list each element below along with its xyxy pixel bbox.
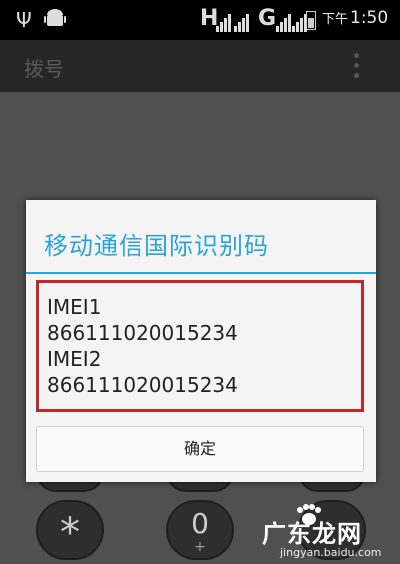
phone-screen: Ψ H G 下午 1:50 拨号 * 0 + 移动通信国际识别码 IMEI1 8… [0,0,400,564]
dialog-title: 移动通信国际识别码 [44,232,269,260]
overflow-menu-icon[interactable] [354,53,360,81]
signal-icon [276,14,291,32]
imei-dialog: 移动通信国际识别码 IMEI1 866111020015234 IMEI2 86… [26,200,376,482]
imei-label: IMEI1 [47,295,102,319]
action-bar: 拨号 [0,40,400,92]
clock-ampm: 下午 [322,12,349,27]
imei-value: 866111020015234 [47,373,238,397]
imei-label: IMEI2 [47,347,102,371]
watermark: 广东龙网 jingyan.baidu.com [262,504,400,564]
signal-icon [234,14,249,32]
imei-value: 866111020015234 [47,321,238,345]
ok-button[interactable]: 确定 [36,426,364,472]
dial-key-zero[interactable]: 0 + [166,500,234,560]
status-bar: Ψ H G 下午 1:50 [0,0,400,40]
dialog-divider [26,272,376,274]
clock-time: 1:50 [350,8,389,28]
network-type-label: G [258,6,277,31]
dial-key-zero-digit: 0 [191,507,209,540]
dial-key-zero-sub: + [194,539,206,555]
clock: 下午 1:50 [322,8,388,28]
watermark-text: 广东龙网 [262,520,362,548]
android-icon [44,9,66,26]
watermark-url: jingyan.baidu.com [280,546,382,559]
battery-icon [306,11,316,30]
signal-icon [216,14,231,32]
dial-key-star[interactable]: * [36,500,104,560]
page-title: 拨号 [24,57,64,81]
usb-icon: Ψ [16,8,32,32]
imei-highlight-box: IMEI1 866111020015234 IMEI2 866111020015… [36,280,364,412]
